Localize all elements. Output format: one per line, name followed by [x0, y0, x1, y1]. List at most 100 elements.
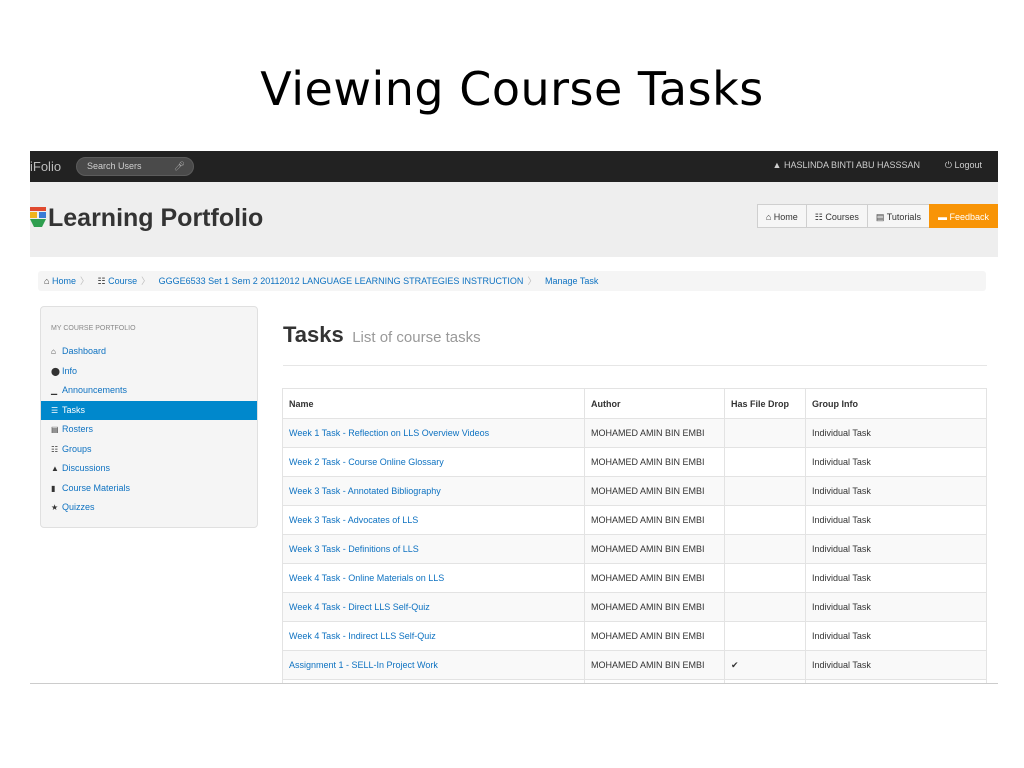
column-header-file-drop[interactable]: Has File Drop — [724, 388, 806, 419]
task-name-link[interactable]: Week 4 Task - Online Materials on LLS — [282, 563, 585, 593]
task-file-drop — [724, 592, 806, 622]
grid-icon: ☷ — [97, 276, 106, 286]
sidebar-item-tasks[interactable]: ☰ Tasks — [41, 400, 257, 420]
user-menu[interactable]: ▲ HASLINDA BINTI ABU HASSSAN — [773, 160, 920, 170]
task-name-link[interactable]: Week 4 Task - Indirect LLS Self-Quiz — [282, 621, 585, 651]
column-header-author[interactable]: Author — [584, 388, 725, 419]
home-icon: ⌂ — [51, 347, 56, 356]
tasks-table: Name Author Has File Drop Group Info Wee… — [282, 388, 987, 683]
column-header-name[interactable]: Name — [282, 388, 585, 419]
task-group-info: Individual Task — [805, 650, 987, 680]
breadcrumb-course[interactable]: ☷ Course — [98, 276, 138, 286]
sidebar-item-label: Dashboard — [62, 346, 107, 356]
courses-button[interactable]: ☷ Courses — [805, 204, 868, 228]
table-row: Week 3 Task - Annotated Bibliography MOHA… — [282, 476, 987, 506]
task-name-link[interactable]: Week 4 Task - Direct LLS Self-Quiz — [282, 592, 585, 622]
courses-label: Courses — [825, 212, 859, 222]
task-author: MOHAMED AMIN BIN EMBI — [584, 476, 725, 506]
task-author: MOHAMED AMIN BIN EMBI — [584, 679, 725, 683]
home-label: Home — [773, 212, 798, 222]
home-icon: ⌂ — [765, 212, 772, 222]
task-author: MOHAMED AMIN BIN EMBI — [584, 505, 725, 535]
page-header: Learning Portfolio ⌂ Home ☷ Courses ▤ Tu… — [30, 182, 998, 257]
table-row: Week 5 Task - Typology of Language Learn… — [282, 679, 987, 683]
task-author: MOHAMED AMIN BIN EMBI — [584, 534, 725, 564]
sidebar-item-label: Tasks — [62, 404, 86, 415]
top-navbar: iFolio Search Users 🎤︎ ▲ HASLINDA BINTI … — [30, 151, 998, 182]
sidebar-item-course-materials[interactable]: ▮ Course Materials — [41, 479, 257, 499]
task-file-drop — [724, 621, 806, 651]
breadcrumb-course-name[interactable]: GGGE6533 Set 1 Sem 2 20112012 LANGUAGE L… — [159, 276, 524, 286]
sidebar-item-discussions[interactable]: ▲ Discussions — [41, 459, 257, 479]
task-name-link[interactable]: Assignment 1 - SELL-In Project Work — [282, 650, 585, 680]
sidebar-item-groups[interactable]: ☷ Groups — [41, 440, 257, 460]
task-group-info: Individual Task — [805, 679, 987, 683]
task-file-drop — [724, 679, 806, 683]
task-file-drop — [724, 563, 806, 593]
feedback-label: Feedback — [949, 212, 989, 222]
user-icon: ▲ — [772, 160, 782, 170]
feedback-button[interactable]: ▬ Feedback — [928, 204, 998, 228]
app-screenshot: iFolio Search Users 🎤︎ ▲ HASLINDA BINTI … — [30, 151, 998, 684]
comment-icon: ▬ — [937, 212, 947, 222]
header-nav: ⌂ Home ☷ Courses ▤ Tutorials ▬ Feedback — [756, 204, 998, 228]
page-title: Tasks List of course tasks — [283, 322, 481, 348]
breadcrumb-home-label: Home — [51, 276, 76, 286]
breadcrumb-current: Manage Task — [544, 276, 599, 286]
sidebar-item-dashboard[interactable]: ⌂ Dashboard — [41, 342, 257, 362]
tutorials-label: Tutorials — [886, 212, 921, 222]
list-icon: ☰ — [51, 405, 59, 415]
task-author: MOHAMED AMIN BIN EMBI — [584, 447, 725, 477]
table-row: Week 4 Task - Online Materials on LLS MOH… — [282, 563, 987, 593]
logout-link[interactable]: ⏻ Logout — [945, 160, 982, 171]
sidebar-item-label: Discussions — [62, 463, 111, 473]
table-row: Assignment 1 - SELL-In Project Work MOHAM… — [282, 650, 987, 680]
grid-icon: ☷ — [814, 212, 823, 222]
sidebar-item-quizzes[interactable]: ★ Quizzes — [41, 498, 257, 518]
tutorials-button[interactable]: ▤ Tutorials — [866, 204, 930, 228]
slide-title: Viewing Course Tasks — [260, 62, 764, 116]
sidebar-item-label: Quizzes — [62, 502, 95, 512]
task-group-info: Individual Task — [805, 621, 987, 651]
column-header-group-info[interactable]: Group Info — [805, 388, 987, 419]
task-name-link[interactable]: Week 2 Task - Course Online Glossary — [282, 447, 585, 477]
task-group-info: Individual Task — [805, 592, 987, 622]
task-author: MOHAMED AMIN BIN EMBI — [584, 621, 725, 651]
sidebar-item-info[interactable]: ⬤ Info — [41, 362, 257, 382]
tasks-table-body: Week 1 Task - Reflection on LLS Overview… — [282, 418, 987, 683]
table-row: Week 1 Task - Reflection on LLS Overview… — [282, 418, 987, 448]
sidebar-item-announcements[interactable]: ▁ Announcements — [41, 381, 257, 401]
logo-icon — [30, 207, 46, 227]
task-file-drop — [724, 418, 806, 448]
task-name-link[interactable]: Week 3 Task - Definitions of LLS — [282, 534, 585, 564]
book-icon: ▤ — [51, 425, 59, 434]
info-icon: ⬤ — [51, 366, 60, 376]
page-subtitle: List of course tasks — [352, 329, 481, 346]
star-icon: ★ — [51, 503, 59, 512]
breadcrumb-home[interactable]: ⌂ Home — [44, 276, 76, 286]
home-button[interactable]: ⌂ Home — [756, 204, 807, 228]
task-file-drop — [724, 476, 806, 506]
task-group-info: Individual Task — [805, 563, 987, 593]
user-icon: ▲ — [51, 464, 59, 473]
sidebar-item-label: Course Materials — [62, 482, 131, 493]
task-author: MOHAMED AMIN BIN EMBI — [584, 563, 725, 593]
search-users-input[interactable]: Search Users 🎤︎ — [76, 157, 194, 176]
task-name-link[interactable]: Week 5 Task - Typology of Language Learn… — [282, 679, 585, 683]
sidebar-item-label: Info — [62, 365, 78, 376]
brand-link[interactable]: iFolio — [30, 159, 61, 174]
task-name-link[interactable]: Week 3 Task - Annotated Bibliography — [282, 476, 585, 506]
search-placeholder: Search Users — [87, 161, 142, 171]
table-row: Week 4 Task - Direct LLS Self-Quiz MOHAME… — [282, 592, 987, 622]
microphone-icon[interactable]: 🎤︎ — [174, 161, 185, 172]
sidebar-item-rosters[interactable]: ▤ Rosters — [41, 420, 257, 440]
logout-label: Logout — [954, 160, 982, 170]
task-author: MOHAMED AMIN BIN EMBI — [584, 592, 725, 622]
task-name-link[interactable]: Week 3 Task - Advocates of LLS — [282, 505, 585, 535]
signal-icon: ▁ — [51, 386, 58, 395]
sidebar-item-label: Rosters — [62, 424, 94, 434]
task-group-info: Individual Task — [805, 534, 987, 564]
task-name-link[interactable]: Week 1 Task - Reflection on LLS Overview… — [282, 418, 585, 448]
task-group-info: Individual Task — [805, 418, 987, 448]
task-file-drop — [724, 447, 806, 477]
